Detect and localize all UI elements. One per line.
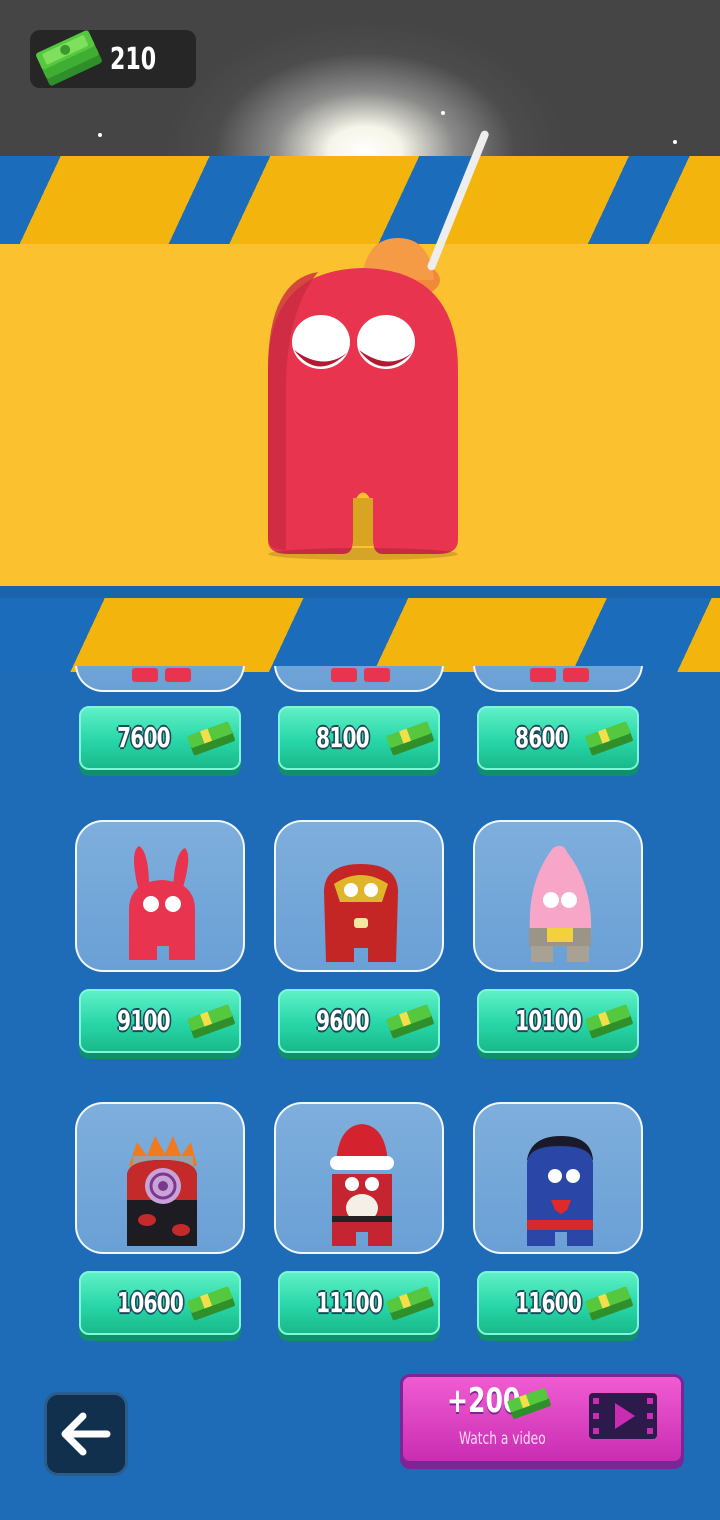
price-label: 11100 bbox=[316, 1286, 383, 1319]
price-label: 10100 bbox=[515, 1004, 582, 1037]
video-play-icon bbox=[589, 1393, 657, 1439]
star bbox=[441, 111, 445, 115]
skin-card-superhero[interactable] bbox=[473, 1102, 643, 1254]
price-button[interactable]: 11600 bbox=[477, 1271, 639, 1335]
cash-icon bbox=[386, 1286, 434, 1321]
price-label: 9600 bbox=[316, 1004, 370, 1037]
price-button[interactable]: 11100 bbox=[278, 1271, 440, 1335]
skin-card-iron[interactable] bbox=[274, 820, 444, 972]
superhero-skin-figure bbox=[527, 1136, 593, 1246]
back-arrow-icon bbox=[61, 1412, 111, 1456]
price-label: 11600 bbox=[515, 1286, 582, 1319]
pink-star-skin-figure bbox=[529, 845, 592, 962]
price-button[interactable]: 9600 bbox=[278, 989, 440, 1053]
stage-edge bbox=[0, 586, 720, 598]
cash-icon bbox=[585, 1004, 633, 1039]
price-button[interactable]: 9100 bbox=[79, 989, 241, 1053]
iron-armor-skin-figure bbox=[324, 864, 398, 962]
ninja-skin-figure bbox=[127, 1136, 197, 1246]
star bbox=[673, 140, 677, 144]
watch-video-reward-button[interactable]: +200 Watch a video bbox=[400, 1374, 684, 1464]
back-button[interactable] bbox=[44, 1392, 128, 1476]
cash-icon bbox=[187, 1004, 235, 1039]
santa-skin-figure bbox=[330, 1124, 394, 1246]
cash-stack-icon bbox=[36, 30, 102, 86]
preview-character[interactable] bbox=[258, 120, 490, 560]
character-preview-scene bbox=[0, 0, 720, 672]
price-button[interactable]: 8600 bbox=[477, 706, 639, 770]
cash-icon bbox=[386, 721, 434, 756]
price-button[interactable]: 10600 bbox=[79, 1271, 241, 1335]
hazard-stripe-overlay bbox=[0, 598, 720, 666]
cash-icon bbox=[507, 1388, 551, 1419]
price-button[interactable]: 8100 bbox=[278, 706, 440, 770]
star bbox=[98, 133, 102, 137]
cash-icon bbox=[187, 1286, 235, 1321]
cash-icon bbox=[386, 1004, 434, 1039]
price-label: 9100 bbox=[117, 1004, 171, 1037]
price-button[interactable]: 10100 bbox=[477, 989, 639, 1053]
reward-label: Watch a video bbox=[459, 1429, 546, 1449]
bunny-skin-figure bbox=[129, 846, 195, 960]
cash-icon bbox=[585, 1286, 633, 1321]
skin-card-pink-star[interactable] bbox=[473, 820, 643, 972]
price-label: 8100 bbox=[316, 721, 370, 754]
price-label: 7600 bbox=[117, 721, 171, 754]
crewmate-figure bbox=[268, 238, 458, 560]
cash-icon bbox=[187, 721, 235, 756]
skin-card-bunny[interactable] bbox=[75, 820, 245, 972]
price-button[interactable]: 7600 bbox=[79, 706, 241, 770]
skin-card-santa[interactable] bbox=[274, 1102, 444, 1254]
cash-icon bbox=[585, 721, 633, 756]
currency-counter: 210 bbox=[30, 30, 196, 88]
price-label: 8600 bbox=[515, 721, 569, 754]
skin-card-ninja[interactable] bbox=[75, 1102, 245, 1254]
price-label: 10600 bbox=[117, 1286, 184, 1319]
currency-amount: 210 bbox=[110, 42, 157, 77]
